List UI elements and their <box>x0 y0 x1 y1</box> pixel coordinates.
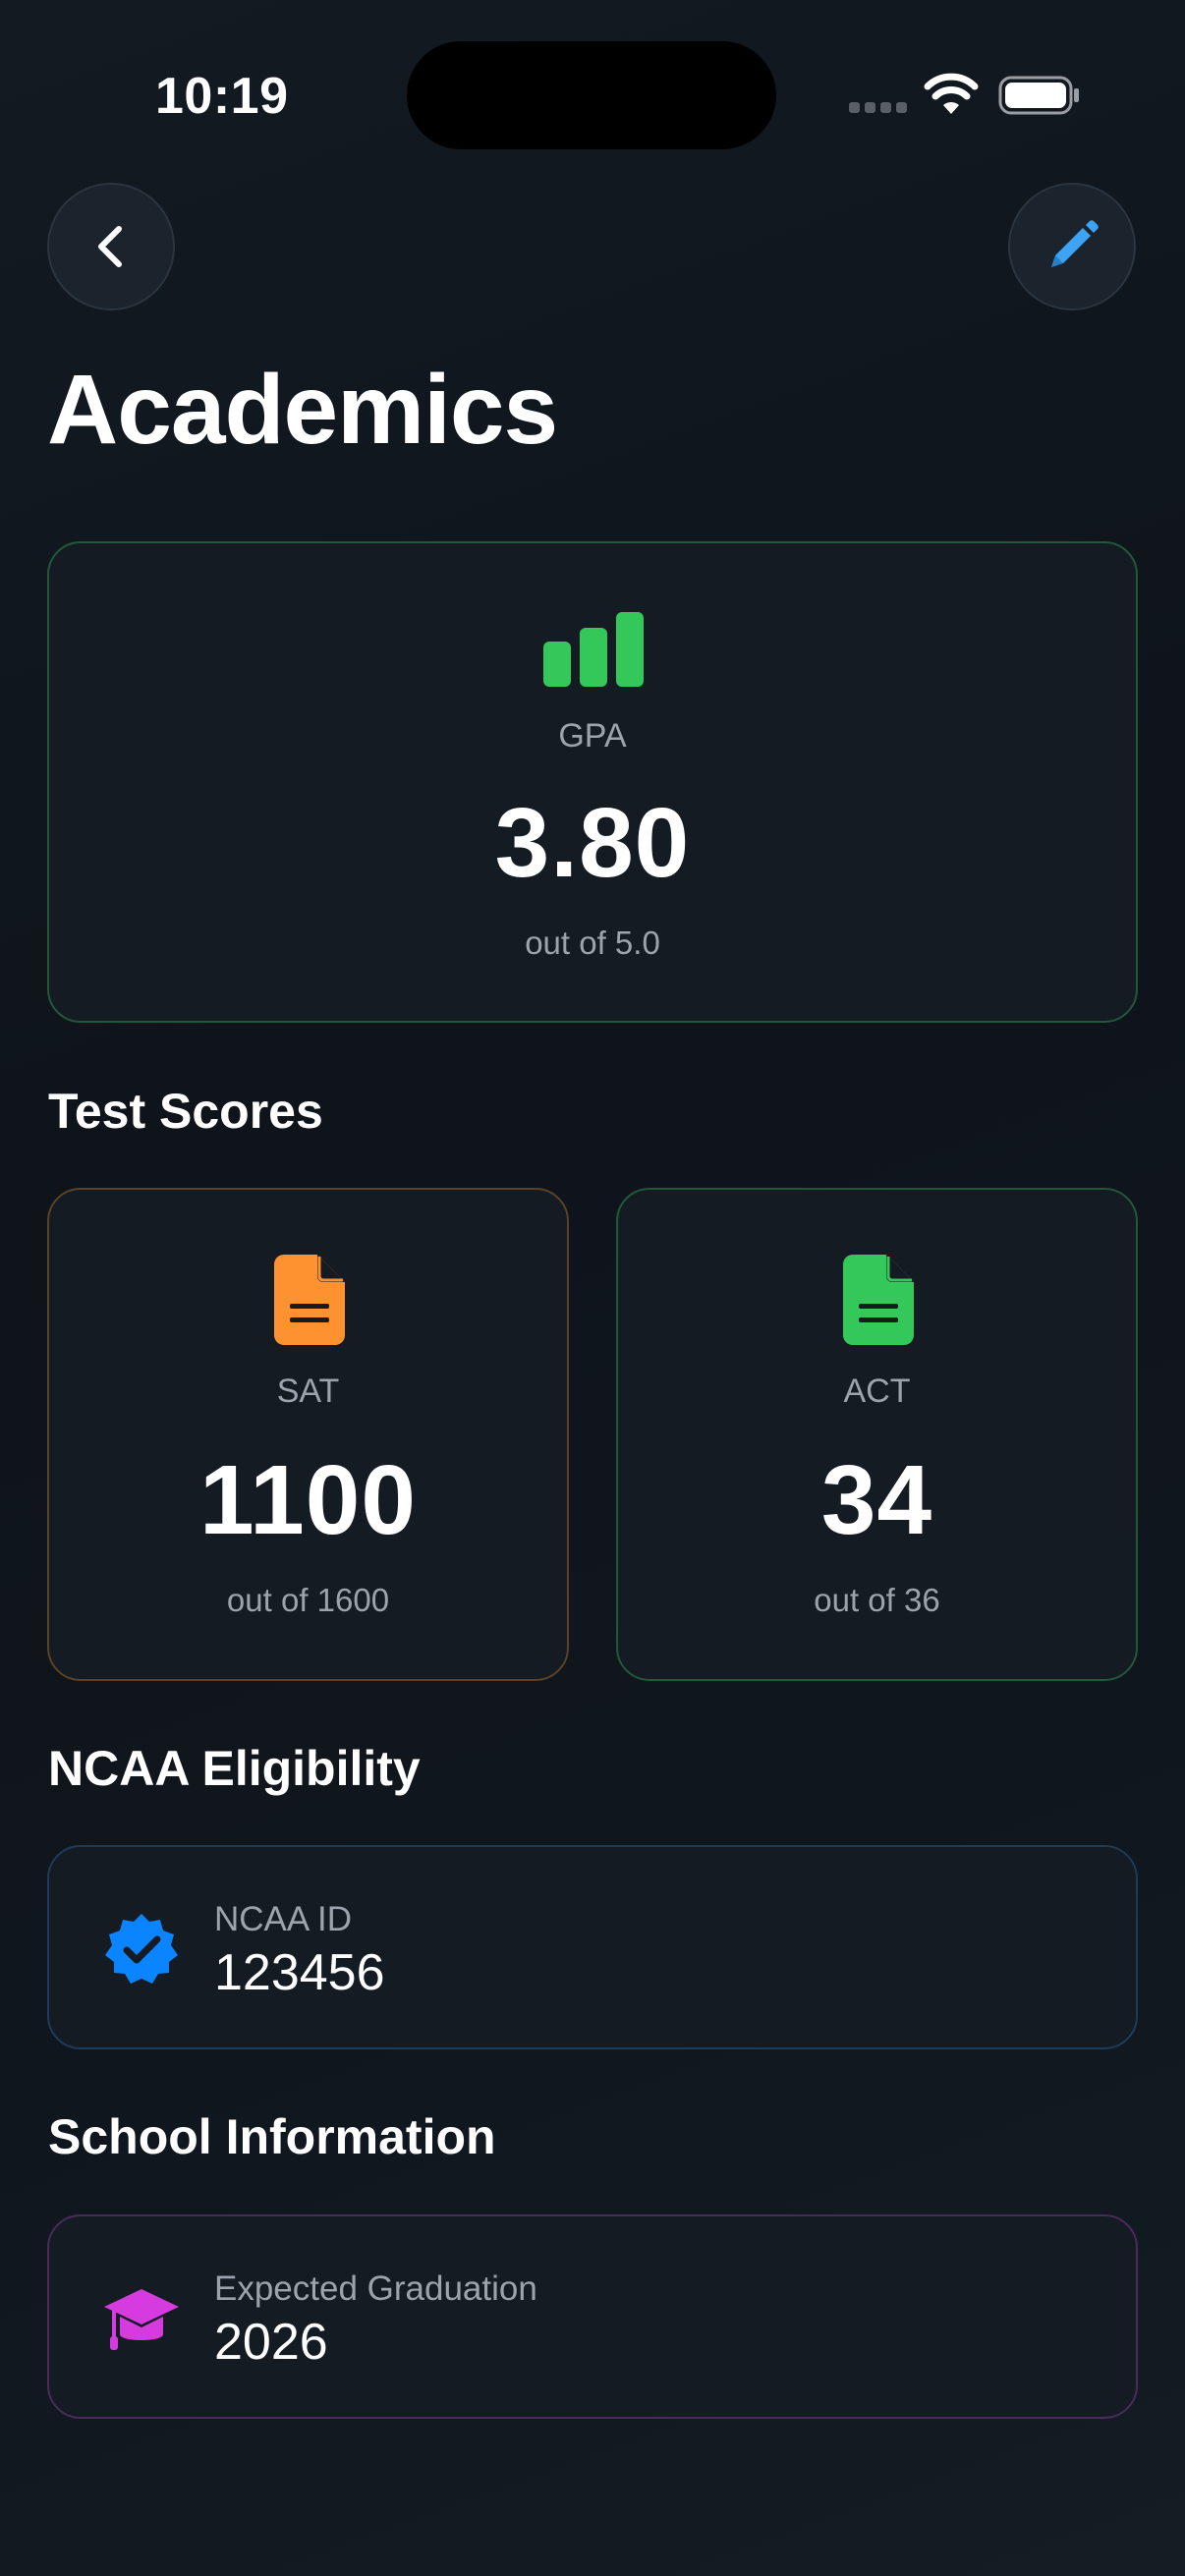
sat-label: SAT <box>276 1372 340 1410</box>
ncaa-section-title: NCAA Eligibility <box>48 1741 421 1796</box>
back-button[interactable] <box>47 183 175 310</box>
chevron-left-icon <box>98 226 122 267</box>
wifi-icon <box>924 73 979 114</box>
sat-value: 1100 <box>199 1445 417 1555</box>
chart-bar-icon <box>543 612 644 687</box>
document-icon <box>843 1255 914 1345</box>
sat-subtext: out of 1600 <box>226 1582 390 1618</box>
status-time: 10:19 <box>155 68 289 125</box>
cellular-signal-icon <box>849 102 908 116</box>
battery-icon <box>998 76 1079 115</box>
act-value: 34 <box>820 1445 933 1555</box>
gpa-label: GPA <box>558 717 627 755</box>
page-title: Academics <box>47 355 558 465</box>
test-scores-title: Test Scores <box>48 1084 323 1139</box>
graduation-label: Expected Graduation <box>214 2269 537 2308</box>
document-icon <box>274 1255 345 1345</box>
edit-button[interactable] <box>1008 183 1136 310</box>
ncaa-id-value: 123456 <box>214 1944 385 2001</box>
gpa-subtext: out of 5.0 <box>525 924 660 961</box>
status-bar: 10:19 <box>0 0 1185 177</box>
dynamic-island <box>407 41 776 149</box>
act-label: ACT <box>843 1372 911 1410</box>
school-section-title: School Information <box>48 2109 496 2164</box>
gpa-value: 3.80 <box>494 788 691 898</box>
act-subtext: out of 36 <box>814 1582 940 1618</box>
act-card: ACT 34 out of 36 <box>616 1188 1138 1681</box>
sat-card: SAT 1100 out of 1600 <box>47 1188 569 1681</box>
graduation-cap-icon <box>104 2289 179 2350</box>
pencil-icon <box>1051 220 1099 267</box>
ncaa-id-card: NCAA ID 123456 <box>47 1845 1138 2049</box>
ncaa-id-label: NCAA ID <box>214 1900 353 1938</box>
gpa-card: GPA 3.80 out of 5.0 <box>47 541 1138 1023</box>
graduation-card: Expected Graduation 2026 <box>47 2214 1138 2419</box>
verified-badge-icon <box>105 1914 178 1984</box>
graduation-value: 2026 <box>214 2314 328 2371</box>
